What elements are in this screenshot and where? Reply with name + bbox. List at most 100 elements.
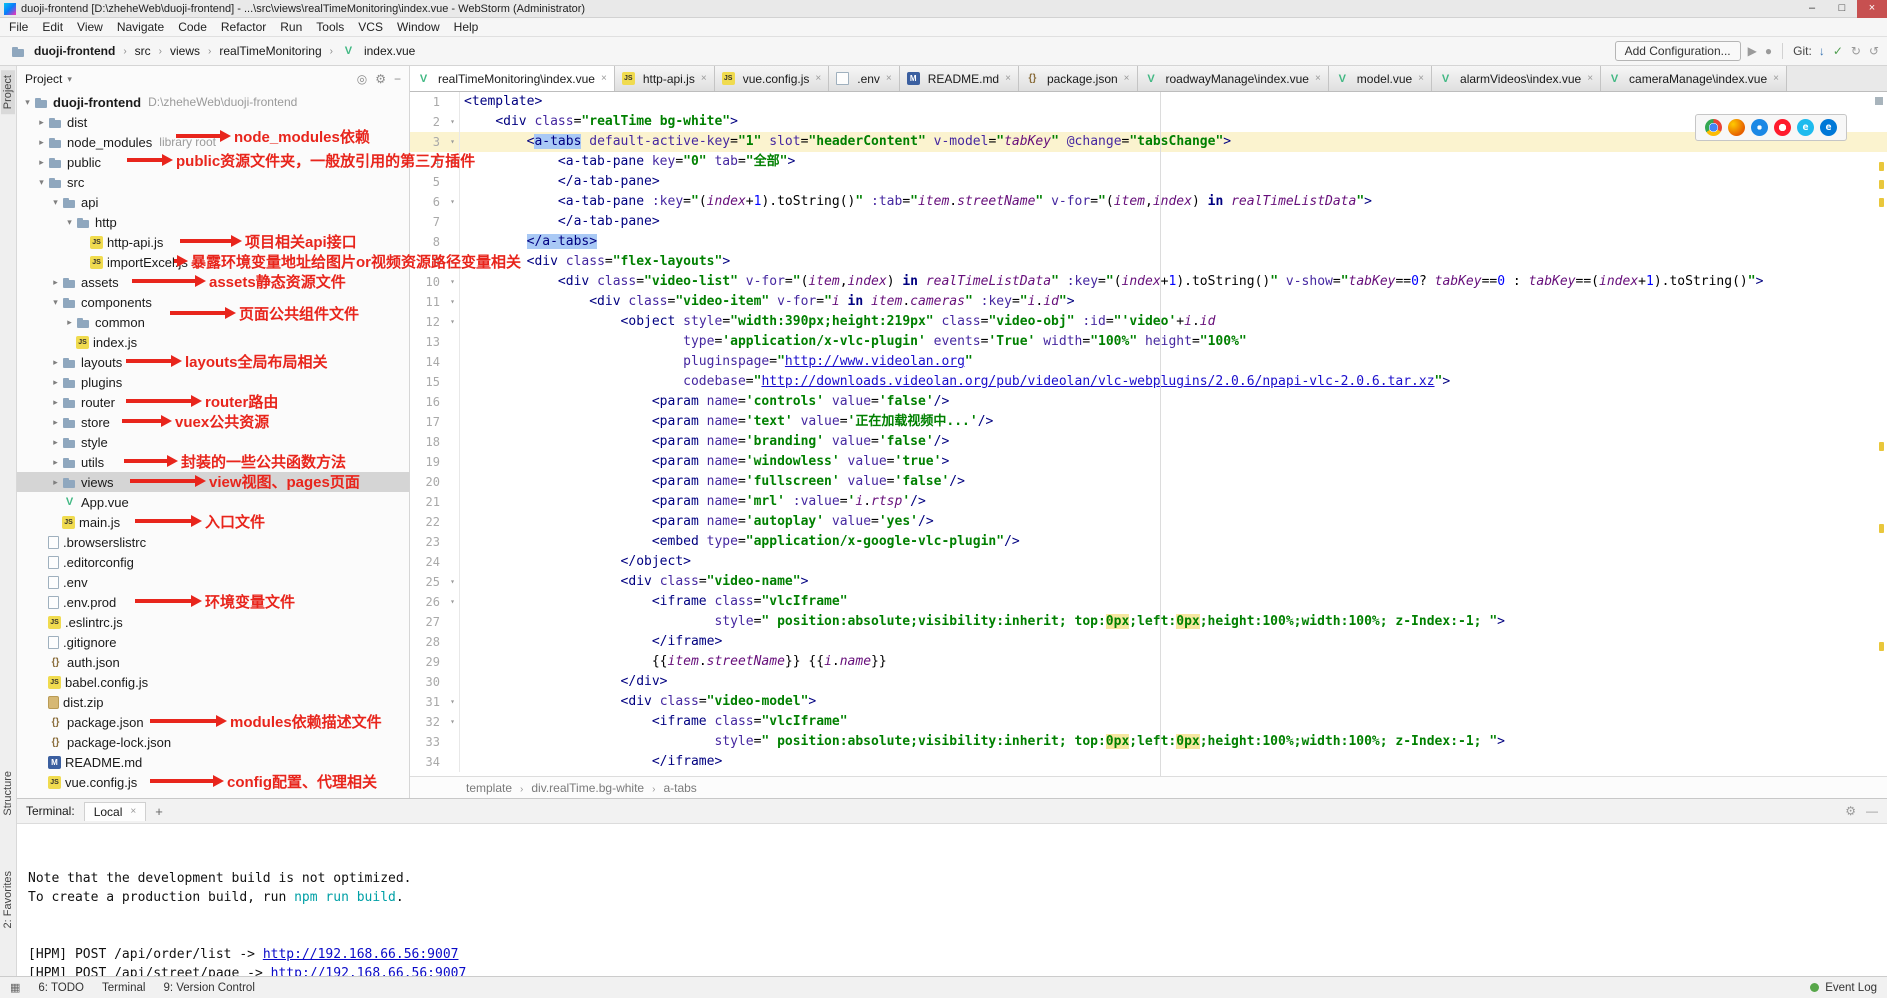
code-text[interactable]: <param name='text' value='正在加载视频中...'/> xyxy=(460,412,1887,432)
tree-item-duoji-frontend[interactable]: duoji-frontendD:\zheheWeb\duoji-frontend xyxy=(17,92,409,112)
tree-item-store[interactable]: store xyxy=(17,412,409,432)
code-text[interactable]: </a-tabs> xyxy=(460,232,1887,252)
tree-item-layouts[interactable]: layouts xyxy=(17,352,409,372)
code-text[interactable]: <param name='autoplay' value='yes'/> xyxy=(460,512,1887,532)
code-text[interactable]: <param name='controls' value='false'/> xyxy=(460,392,1887,412)
tab-realtimemonitoring-index-vue[interactable]: VrealTimeMonitoring\index.vue xyxy=(410,66,615,91)
code-text[interactable]: codebase="http://downloads.videolan.org/… xyxy=(460,372,1887,392)
terminal-output[interactable]: Note that the development build is not o… xyxy=(17,824,1887,976)
menu-refactor[interactable]: Refactor xyxy=(214,19,273,35)
tree-item-main-js[interactable]: JSmain.js xyxy=(17,512,409,532)
code-text[interactable]: <iframe class="vlcIframe" xyxy=(460,592,1887,612)
menu-vcs[interactable]: VCS xyxy=(351,19,390,35)
expand-icon[interactable] xyxy=(49,277,62,288)
toolwindow-2-favorites[interactable]: 2: Favorites xyxy=(1,866,15,933)
code-text[interactable]: <div class="video-name"> xyxy=(460,572,1887,592)
close-icon[interactable] xyxy=(1124,73,1130,84)
code-text[interactable]: <div class="realTime bg-white"> xyxy=(460,112,1887,132)
fold-marker-icon[interactable] xyxy=(446,692,460,712)
collapse-icon[interactable] xyxy=(49,297,62,308)
tab-readme-md[interactable]: MREADME.md xyxy=(900,66,1019,91)
code-text[interactable]: <div class="video-list" v-for="(item,ind… xyxy=(460,272,1887,292)
tree-item-node-modules[interactable]: node_moduleslibrary root xyxy=(17,132,409,152)
code-text[interactable]: </object> xyxy=(460,552,1887,572)
menu-window[interactable]: Window xyxy=(390,19,447,35)
play-icon[interactable]: ▶ xyxy=(1748,44,1757,58)
project-panel-title[interactable]: Project xyxy=(25,72,62,86)
tree-item-router[interactable]: router xyxy=(17,392,409,412)
terminal-link[interactable]: http://192.168.66.56:9007 xyxy=(271,966,467,976)
code-text[interactable]: </iframe> xyxy=(460,632,1887,652)
expand-icon[interactable] xyxy=(49,397,62,408)
close-icon[interactable] xyxy=(1857,0,1887,18)
fold-marker-icon[interactable] xyxy=(446,252,460,272)
tab-package-json[interactable]: {}package.json xyxy=(1019,66,1138,91)
code-text[interactable]: pluginspage="http://www.videolan.org" xyxy=(460,352,1887,372)
editor-breadcrumb-div-realtime-bg-white[interactable]: div.realTime.bg-white xyxy=(531,781,644,795)
bug-icon[interactable]: ● xyxy=(1765,44,1772,58)
expand-icon[interactable] xyxy=(49,477,62,488)
breadcrumb-index-vue[interactable]: Vindex.vue xyxy=(338,43,418,59)
tree-item-index-js[interactable]: JSindex.js xyxy=(17,332,409,352)
code-text[interactable]: <a-tab-pane :key="(index+1).toString()" … xyxy=(460,192,1887,212)
tree-item-env-prod[interactable]: .env.prod xyxy=(17,592,409,612)
menu-file[interactable]: File xyxy=(2,19,35,35)
fold-marker-icon[interactable] xyxy=(446,572,460,592)
code-text[interactable]: </a-tab-pane> xyxy=(460,212,1887,232)
menu-help[interactable]: Help xyxy=(447,19,486,35)
code-area[interactable]: 1<template>2 <div class="realTime bg-whi… xyxy=(410,92,1887,772)
code-text[interactable]: <object style="width:390px;height:219px"… xyxy=(460,312,1887,332)
collapse-icon[interactable]: − xyxy=(394,72,401,86)
code-text[interactable]: <a-tab-pane key="0" tab="全部"> xyxy=(460,152,1887,172)
fold-marker-icon[interactable] xyxy=(446,272,460,292)
collapse-icon[interactable] xyxy=(49,197,62,208)
breadcrumb-realtimemonitoring[interactable]: realTimeMonitoring xyxy=(216,43,324,59)
fold-marker-icon[interactable] xyxy=(446,292,460,312)
toolwindow-toggle-icon[interactable]: ▦ xyxy=(10,981,20,994)
code-text[interactable]: <iframe class="vlcIframe" xyxy=(460,712,1887,732)
fold-marker-icon[interactable] xyxy=(446,312,460,332)
code-editor[interactable]: 1<template>2 <div class="realTime bg-whi… xyxy=(410,92,1887,776)
tree-item-utils[interactable]: utils xyxy=(17,452,409,472)
code-text[interactable]: <param name='branding' value='false'/> xyxy=(460,432,1887,452)
collapse-icon[interactable] xyxy=(63,217,76,228)
menu-edit[interactable]: Edit xyxy=(35,19,70,35)
collapse-icon[interactable] xyxy=(21,97,34,108)
menu-run[interactable]: Run xyxy=(273,19,309,35)
expand-icon[interactable] xyxy=(35,157,48,168)
tree-item-dist-zip[interactable]: dist.zip xyxy=(17,692,409,712)
fold-marker-icon[interactable] xyxy=(446,712,460,732)
code-text[interactable]: type='application/x-vlc-plugin' events='… xyxy=(460,332,1887,352)
code-text[interactable]: <div class="video-item" v-for="i in item… xyxy=(460,292,1887,312)
close-icon[interactable] xyxy=(1773,73,1779,84)
menu-view[interactable]: View xyxy=(70,19,110,35)
tab-env[interactable]: .env xyxy=(829,66,900,91)
tree-item-package-json[interactable]: {}package.json xyxy=(17,712,409,732)
tree-item-common[interactable]: common xyxy=(17,312,409,332)
tree-item-vue-config-js[interactable]: JSvue.config.js xyxy=(17,772,409,792)
tree-item-app-vue[interactable]: VApp.vue xyxy=(17,492,409,512)
expand-icon[interactable] xyxy=(35,117,48,128)
menu-navigate[interactable]: Navigate xyxy=(110,19,171,35)
code-text[interactable]: {{item.streetName}} {{i.name}} xyxy=(460,652,1887,672)
edge-icon[interactable]: e xyxy=(1820,119,1837,136)
settings-icon[interactable]: ⚙ xyxy=(1845,804,1856,818)
code-text[interactable]: <param name='windowless' value='true'> xyxy=(460,452,1887,472)
close-icon[interactable] xyxy=(1315,73,1321,84)
statusbar-9-version-control[interactable]: 9: Version Control xyxy=(163,982,254,994)
fold-marker-icon[interactable] xyxy=(446,132,460,152)
tree-item-env[interactable]: .env xyxy=(17,572,409,592)
tab-cameramanage-index-vue[interactable]: VcameraManage\index.vue xyxy=(1601,66,1787,91)
close-icon[interactable] xyxy=(1587,73,1593,84)
hide-icon[interactable]: — xyxy=(1866,804,1878,818)
tree-item-browserslistrc[interactable]: .browserslistrc xyxy=(17,532,409,552)
terminal-link[interactable]: http://192.168.66.56:9007 xyxy=(263,947,459,962)
locate-icon[interactable]: ◎ xyxy=(357,72,367,86)
tree-item-package-lock-json[interactable]: {}package-lock.json xyxy=(17,732,409,752)
fold-marker-icon[interactable] xyxy=(446,192,460,212)
terminal-tab-local[interactable]: Local xyxy=(84,802,147,821)
tree-item-src[interactable]: src xyxy=(17,172,409,192)
code-text[interactable]: <embed type="application/x-google-vlc-pl… xyxy=(460,532,1887,552)
safari-icon[interactable] xyxy=(1751,119,1768,136)
toolwindow-project[interactable]: Project xyxy=(1,70,15,114)
